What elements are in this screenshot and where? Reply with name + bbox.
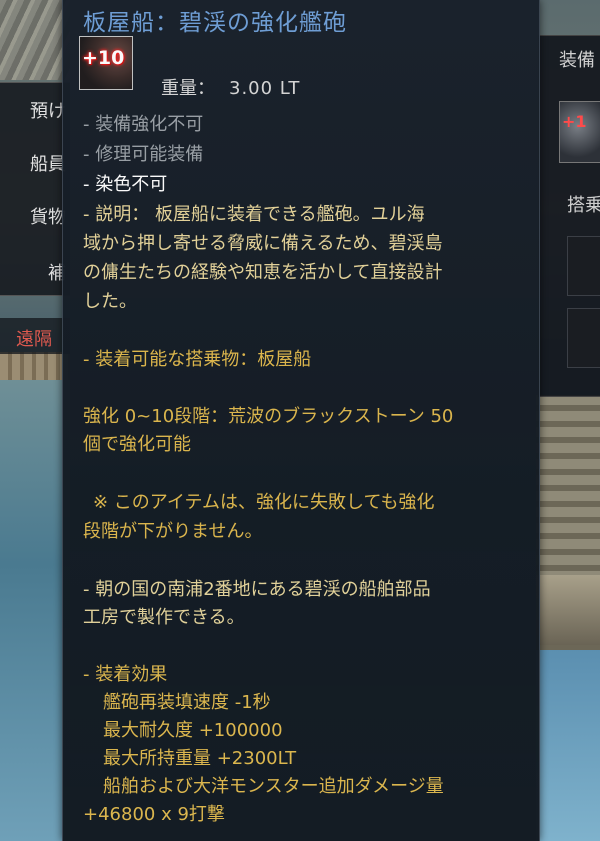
item-weight: 重量： 3.00 LT bbox=[161, 74, 300, 100]
effects-header: - 装着効果 bbox=[83, 664, 168, 685]
menu-item-remote-active[interactable]: 遠隔 bbox=[0, 318, 70, 354]
menu-item-deposit[interactable]: 預け bbox=[30, 97, 66, 123]
weight-value: 3.00 LT bbox=[229, 78, 301, 99]
notice-line: 段階が下がりません。 bbox=[83, 521, 263, 542]
effect-line: 最大耐久度 +100000 bbox=[103, 720, 283, 741]
crafting-info-line: 工房で製作できる。 bbox=[83, 607, 245, 628]
equippable-mount: - 装着可能な搭乗物：板屋船 bbox=[83, 349, 312, 370]
item-name: 板屋船：碧渓の強化艦砲 bbox=[83, 10, 347, 36]
menu-item-cargo[interactable]: 貨物 bbox=[30, 203, 66, 229]
sea-scenery-left bbox=[0, 380, 70, 841]
mount-section-title: 搭乗 bbox=[567, 195, 600, 216]
weight-label: 重量： bbox=[161, 78, 215, 99]
equipment-slot[interactable] bbox=[567, 236, 600, 296]
description-line: 域から押し寄せる脅威に備えるため、碧渓島 bbox=[83, 233, 443, 254]
effect-line: 最大所持重量 +2300LT bbox=[103, 748, 297, 769]
cannon-item-icon: +10 bbox=[79, 36, 133, 90]
effect-line: 船舶および大洋モンスター追加ダメージ量 bbox=[103, 776, 444, 797]
equipment-panel: 装備 +1 搭乗 bbox=[538, 35, 600, 397]
equipment-slot[interactable] bbox=[567, 308, 600, 368]
equipment-panel-title: 装備 bbox=[559, 50, 595, 71]
effect-line: 艦砲再装填速度 -1秒 bbox=[103, 692, 271, 713]
description-line: した。 bbox=[83, 291, 137, 312]
enhancement-info-line: 個で強化可能 bbox=[83, 434, 191, 455]
notice-line: ※ このアイテムは、強化に失敗しても強化 bbox=[93, 492, 435, 513]
menu-item-crew[interactable]: 船員 bbox=[30, 150, 66, 176]
effect-line-tail: +46800 x 9打撃 bbox=[83, 804, 225, 825]
item-tooltip: 板屋船：碧渓の強化艦砲 +10 重量： 3.00 LT - 装備強化不可 - 修理… bbox=[62, 0, 540, 841]
description-line: の傭生たちの経験や知恵を活かして直接設計 bbox=[83, 262, 443, 283]
menu-item-remote-label: 遠隔 bbox=[16, 329, 52, 350]
equipped-cannon-icon[interactable]: +1 bbox=[559, 101, 600, 163]
crafting-info-line: - 朝の国の南浦2番地にある碧渓の船舶部品 bbox=[83, 579, 431, 600]
enhancement-badge: +10 bbox=[82, 47, 125, 69]
enhancement-info-line: 強化 0~10段階：荒波のブラックストーン 50 bbox=[83, 406, 454, 427]
rocks-scenery bbox=[0, 0, 70, 80]
description-line: - 説明： 板屋船に装着できる艦砲。ユル海 bbox=[83, 204, 425, 225]
flag-no-enhance: - 装備強化不可 bbox=[83, 114, 204, 135]
equipped-enhance-badge: +1 bbox=[562, 112, 587, 131]
flag-no-dye: - 染色不可 bbox=[83, 174, 168, 195]
flag-repairable: - 修理可能装備 bbox=[83, 144, 204, 165]
ship-menu-panel: 預け 船員 貨物 補 bbox=[0, 82, 70, 296]
sea-scenery-right bbox=[536, 650, 600, 841]
